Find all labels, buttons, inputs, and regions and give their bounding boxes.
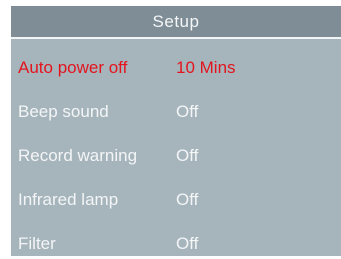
menu-item-label: Beep sound <box>18 102 109 121</box>
menu-item-auto-power-off[interactable]: Auto power off 10 Mins <box>11 53 341 83</box>
menu-item-value[interactable]: Off <box>176 146 198 166</box>
menu-item-label: Filter <box>18 234 56 253</box>
menu-item-value[interactable]: Off <box>176 102 198 122</box>
menu-item-value[interactable]: Off <box>176 190 198 210</box>
menu-item-record-warning[interactable]: Record warning Off <box>11 141 341 171</box>
menu-item-filter[interactable]: Filter Off <box>11 229 341 259</box>
menu-item-value[interactable]: Off <box>176 234 198 254</box>
menu-item-value[interactable]: 10 Mins <box>176 58 236 78</box>
menu-item-label: Infrared lamp <box>18 190 119 209</box>
setup-header: Setup <box>11 6 341 39</box>
setup-screen: Setup Auto power off 10 Mins Beep sound … <box>11 6 341 256</box>
menu-item-infrared-lamp[interactable]: Infrared lamp Off <box>11 185 341 215</box>
page-title: Setup <box>152 11 200 31</box>
menu-item-beep-sound[interactable]: Beep sound Off <box>11 97 341 127</box>
menu-item-label: Auto power off <box>18 58 128 77</box>
menu-item-label: Record warning <box>18 146 138 165</box>
